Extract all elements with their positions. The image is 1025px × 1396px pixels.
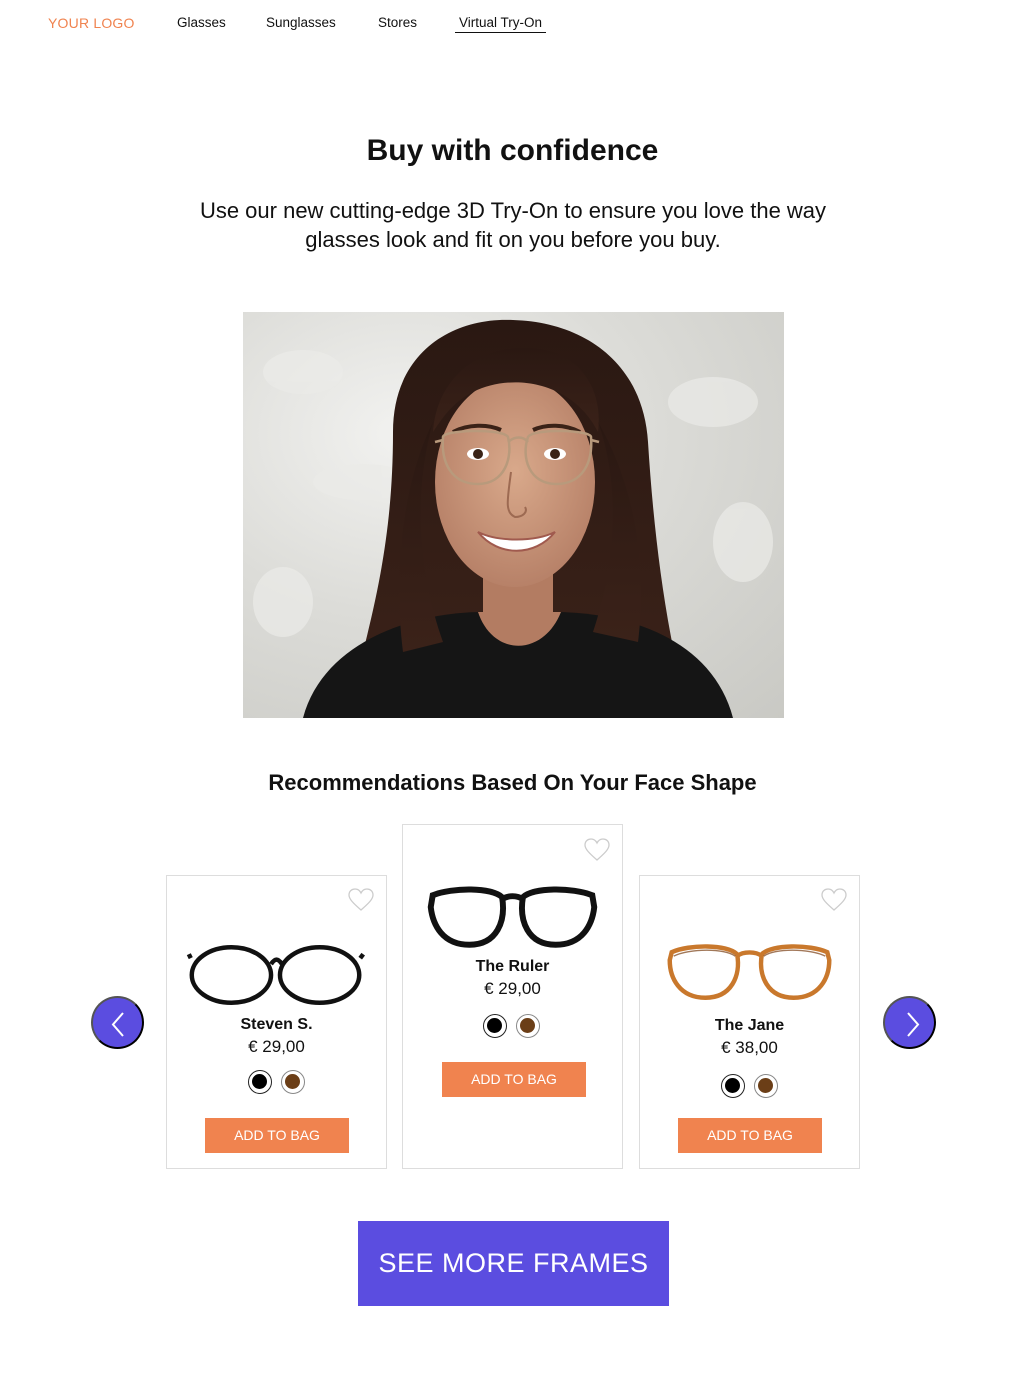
carousel-next-button[interactable]: [883, 996, 936, 1049]
color-swatch-brown[interactable]: [754, 1074, 778, 1098]
product-image: [667, 944, 832, 1000]
heart-icon[interactable]: [821, 888, 847, 912]
product-name[interactable]: Steven S.: [167, 1016, 386, 1034]
color-swatch-brown[interactable]: [281, 1070, 305, 1094]
product-card[interactable]: The Jane € 38,00 ADD TO BAG: [639, 875, 860, 1169]
color-swatch-black[interactable]: [483, 1014, 507, 1038]
product-price: € 29,00: [248, 1037, 305, 1056]
product-price: € 29,00: [484, 979, 541, 998]
hero-subtitle: Use our new cutting-edge 3D Try-On to en…: [199, 198, 827, 252]
product-image: [427, 886, 598, 948]
logo[interactable]: YOUR LOGO: [48, 15, 135, 31]
chevron-left-icon: [111, 1012, 124, 1037]
try-on-photo: [243, 312, 784, 718]
carousel-prev-button[interactable]: [91, 996, 144, 1049]
nav-link-stores[interactable]: Stores: [378, 15, 417, 30]
nav-link-glasses[interactable]: Glasses: [177, 15, 226, 30]
color-swatch-black[interactable]: [248, 1070, 272, 1094]
color-swatch-black[interactable]: [721, 1074, 745, 1098]
product-name[interactable]: The Ruler: [403, 958, 622, 976]
add-to-bag-button[interactable]: ADD TO BAG: [205, 1118, 349, 1153]
chevron-right-icon: [907, 1012, 920, 1037]
product-name[interactable]: The Jane: [640, 1017, 859, 1035]
nav-link-sunglasses[interactable]: Sunglasses: [266, 15, 336, 30]
product-card[interactable]: The Ruler € 29,00 ADD TO BAG: [402, 824, 623, 1169]
heart-icon[interactable]: [348, 888, 374, 912]
product-price: € 38,00: [721, 1038, 778, 1057]
recommendations-title: Recommendations Based On Your Face Shape: [268, 770, 757, 795]
top-navigation: YOUR LOGO Glasses Sunglasses Stores Virt…: [0, 0, 1025, 48]
product-image: [186, 945, 365, 1005]
see-more-frames-button[interactable]: SEE MORE FRAMES: [358, 1221, 669, 1306]
add-to-bag-button[interactable]: ADD TO BAG: [442, 1062, 586, 1097]
product-card[interactable]: Steven S. € 29,00 ADD TO BAG: [166, 875, 387, 1169]
add-to-bag-button[interactable]: ADD TO BAG: [678, 1118, 822, 1153]
page-title: Buy with confidence: [366, 134, 659, 167]
heart-icon[interactable]: [584, 838, 610, 862]
nav-link-virtual-try-on[interactable]: Virtual Try-On: [455, 15, 547, 33]
color-swatch-brown[interactable]: [516, 1014, 540, 1038]
